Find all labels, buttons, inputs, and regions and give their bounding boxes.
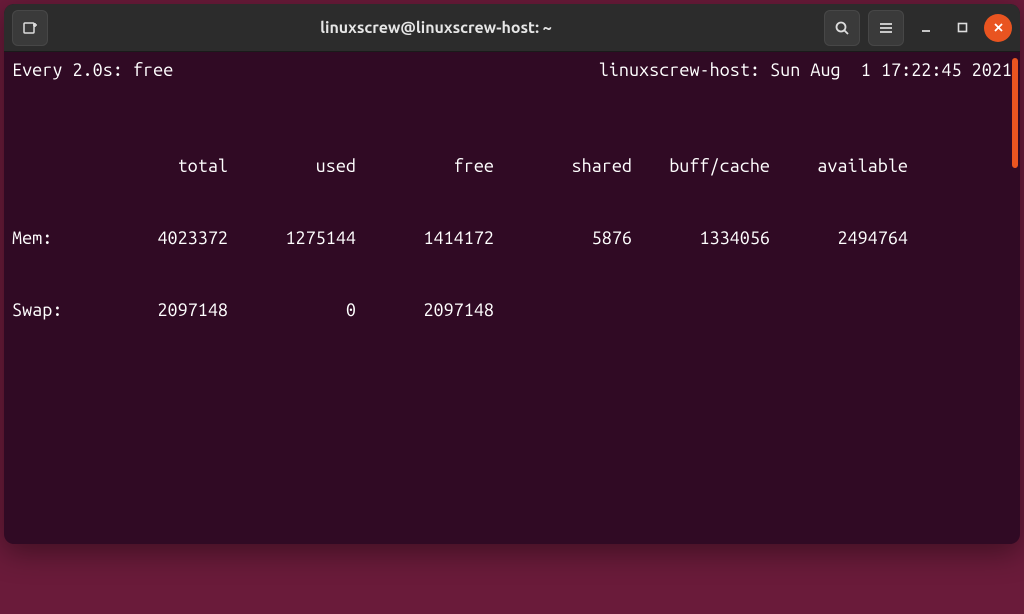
- close-icon: [993, 22, 1004, 33]
- maximize-button[interactable]: [948, 14, 976, 42]
- header-free: free: [356, 154, 494, 178]
- maximize-icon: [957, 22, 968, 33]
- cell-buffcache: [632, 298, 770, 322]
- cell-shared: [494, 298, 632, 322]
- cell-available: [770, 298, 908, 322]
- scrollbar-thumb[interactable]: [1012, 58, 1018, 168]
- search-button[interactable]: [824, 10, 860, 46]
- search-icon: [834, 20, 850, 36]
- header-used: used: [228, 154, 356, 178]
- new-tab-icon: [22, 20, 38, 36]
- header-total: total: [80, 154, 228, 178]
- cell-free: 2097148: [356, 298, 494, 322]
- close-button[interactable]: [984, 14, 1012, 42]
- watch-interval-command: Every 2.0s: free: [12, 58, 173, 82]
- terminal-body[interactable]: Every 2.0s: free linuxscrew-host: Sun Au…: [4, 52, 1020, 544]
- header-available: available: [770, 154, 908, 178]
- cell-buffcache: 1334056: [632, 226, 770, 250]
- terminal-window: linuxscrew@linuxscrew-host: ~: [4, 4, 1020, 544]
- table-row: Swap: 2097148 0 2097148: [12, 298, 1012, 322]
- new-tab-button[interactable]: [12, 10, 48, 46]
- cell-total: 4023372: [80, 226, 228, 250]
- free-output-table: total used free shared buff/cache availa…: [12, 106, 1012, 370]
- cell-available: 2494764: [770, 226, 908, 250]
- table-row: Mem: 4023372 1275144 1414172 5876 133405…: [12, 226, 1012, 250]
- watch-host-time: linuxscrew-host: Sun Aug 1 17:22:45 2021: [599, 58, 1012, 82]
- header-blank: [12, 154, 80, 178]
- cell-shared: 5876: [494, 226, 632, 250]
- cell-free: 1414172: [356, 226, 494, 250]
- menu-button[interactable]: [868, 10, 904, 46]
- header-buffcache: buff/cache: [632, 154, 770, 178]
- table-header-row: total used free shared buff/cache availa…: [12, 154, 1012, 178]
- cell-total: 2097148: [80, 298, 228, 322]
- minimize-button[interactable]: [912, 14, 940, 42]
- hamburger-icon: [878, 20, 894, 36]
- row-label: Swap:: [12, 298, 80, 322]
- cell-used: 0: [228, 298, 356, 322]
- minimize-icon: [920, 22, 932, 34]
- titlebar: linuxscrew@linuxscrew-host: ~: [4, 4, 1020, 52]
- cell-used: 1275144: [228, 226, 356, 250]
- window-title: linuxscrew@linuxscrew-host: ~: [48, 19, 824, 37]
- header-shared: shared: [494, 154, 632, 178]
- watch-header: Every 2.0s: free linuxscrew-host: Sun Au…: [12, 58, 1012, 82]
- row-label: Mem:: [12, 226, 80, 250]
